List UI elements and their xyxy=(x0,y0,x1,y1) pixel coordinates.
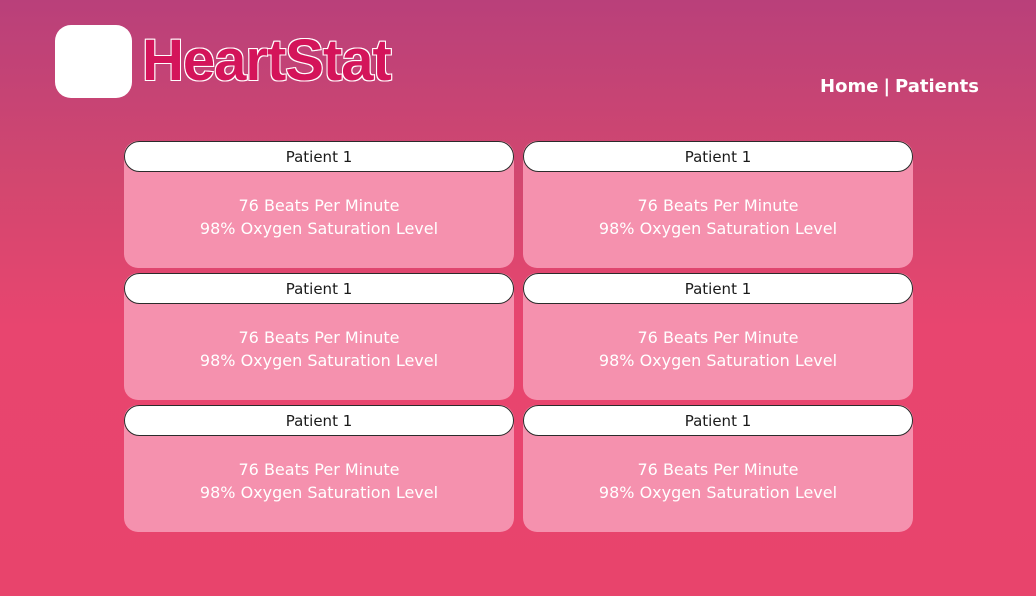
heart-rate-text: 76 Beats Per Minute xyxy=(637,196,799,215)
patient-name: Patient 1 xyxy=(523,141,913,172)
patient-grid: Patient 1 76 Beats Per Minute 98% Oxygen… xyxy=(124,141,913,532)
patient-card[interactable]: Patient 1 76 Beats Per Minute 98% Oxygen… xyxy=(124,405,514,532)
nav-link-patients[interactable]: Patients xyxy=(895,76,979,97)
patient-name: Patient 1 xyxy=(124,273,514,304)
nav-link-home[interactable]: Home xyxy=(820,76,878,97)
heart-rate-text: 76 Beats Per Minute xyxy=(238,196,400,215)
oxygen-level-text: 98% Oxygen Saturation Level xyxy=(199,351,439,370)
patient-vitals: 76 Beats Per Minute 98% Oxygen Saturatio… xyxy=(523,304,913,372)
patient-vitals: 76 Beats Per Minute 98% Oxygen Saturatio… xyxy=(124,436,514,504)
patient-name: Patient 1 xyxy=(523,273,913,304)
nav-separator: | xyxy=(883,76,891,97)
patient-name: Patient 1 xyxy=(124,405,514,436)
heart-rate-text: 76 Beats Per Minute xyxy=(637,328,799,347)
heart-rate-text: 76 Beats Per Minute xyxy=(637,460,799,479)
top-nav: Home | Patients xyxy=(820,76,979,97)
oxygen-level-text: 98% Oxygen Saturation Level xyxy=(199,219,439,238)
patient-card[interactable]: Patient 1 76 Beats Per Minute 98% Oxygen… xyxy=(124,141,514,268)
patient-card[interactable]: Patient 1 76 Beats Per Minute 98% Oxygen… xyxy=(124,273,514,400)
patient-card[interactable]: Patient 1 76 Beats Per Minute 98% Oxygen… xyxy=(523,273,913,400)
patient-vitals: 76 Beats Per Minute 98% Oxygen Saturatio… xyxy=(124,172,514,240)
patient-card[interactable]: Patient 1 76 Beats Per Minute 98% Oxygen… xyxy=(523,405,913,532)
oxygen-level-text: 98% Oxygen Saturation Level xyxy=(199,483,439,502)
patient-vitals: 76 Beats Per Minute 98% Oxygen Saturatio… xyxy=(523,172,913,240)
oxygen-level-text: 98% Oxygen Saturation Level xyxy=(598,219,838,238)
oxygen-level-text: 98% Oxygen Saturation Level xyxy=(598,351,838,370)
patient-name: Patient 1 xyxy=(523,405,913,436)
oxygen-level-text: 98% Oxygen Saturation Level xyxy=(598,483,838,502)
heart-rate-text: 76 Beats Per Minute xyxy=(238,460,400,479)
patient-vitals: 76 Beats Per Minute 98% Oxygen Saturatio… xyxy=(523,436,913,504)
logo-icon xyxy=(55,25,132,98)
patient-name: Patient 1 xyxy=(124,141,514,172)
brand-logo-text: HeartStat xyxy=(141,27,393,94)
patient-vitals: 76 Beats Per Minute 98% Oxygen Saturatio… xyxy=(124,304,514,372)
patient-card[interactable]: Patient 1 76 Beats Per Minute 98% Oxygen… xyxy=(523,141,913,268)
heart-rate-text: 76 Beats Per Minute xyxy=(238,328,400,347)
